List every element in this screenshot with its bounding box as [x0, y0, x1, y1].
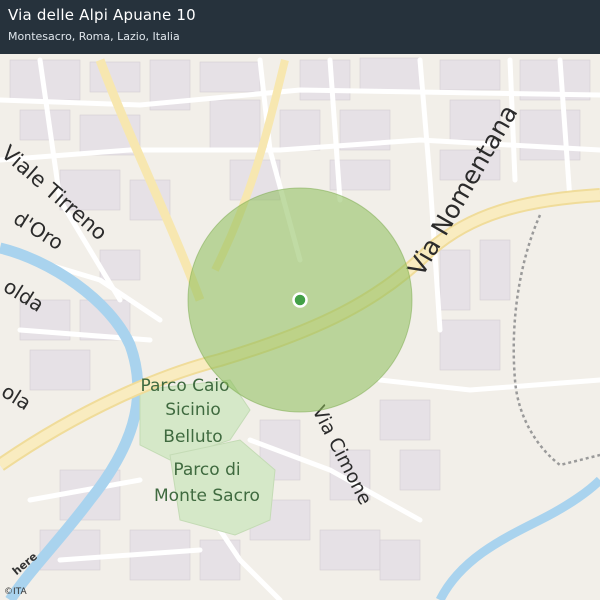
map-canvas[interactable]: Viale Tirreno d'Oro olda ola Via Nomenta…: [0, 0, 600, 600]
label-parco-caio-1: Parco Caio: [140, 376, 229, 396]
location-header: Via delle Alpi Apuane 10 Montesacro, Rom…: [0, 0, 600, 54]
label-parco-monte-1: Parco di: [173, 460, 240, 480]
label-parco-caio-3: Belluto: [163, 427, 222, 447]
address-subtitle: Montesacro, Roma, Lazio, Italia: [8, 30, 180, 43]
copyright-text: ©ITA: [4, 587, 27, 597]
address-title: Via delle Alpi Apuane 10: [8, 6, 196, 24]
location-dot[interactable]: [292, 292, 308, 308]
label-parco-caio-2: Sicinio: [165, 400, 220, 420]
label-parco-monte-2: Monte Sacro: [154, 486, 260, 506]
